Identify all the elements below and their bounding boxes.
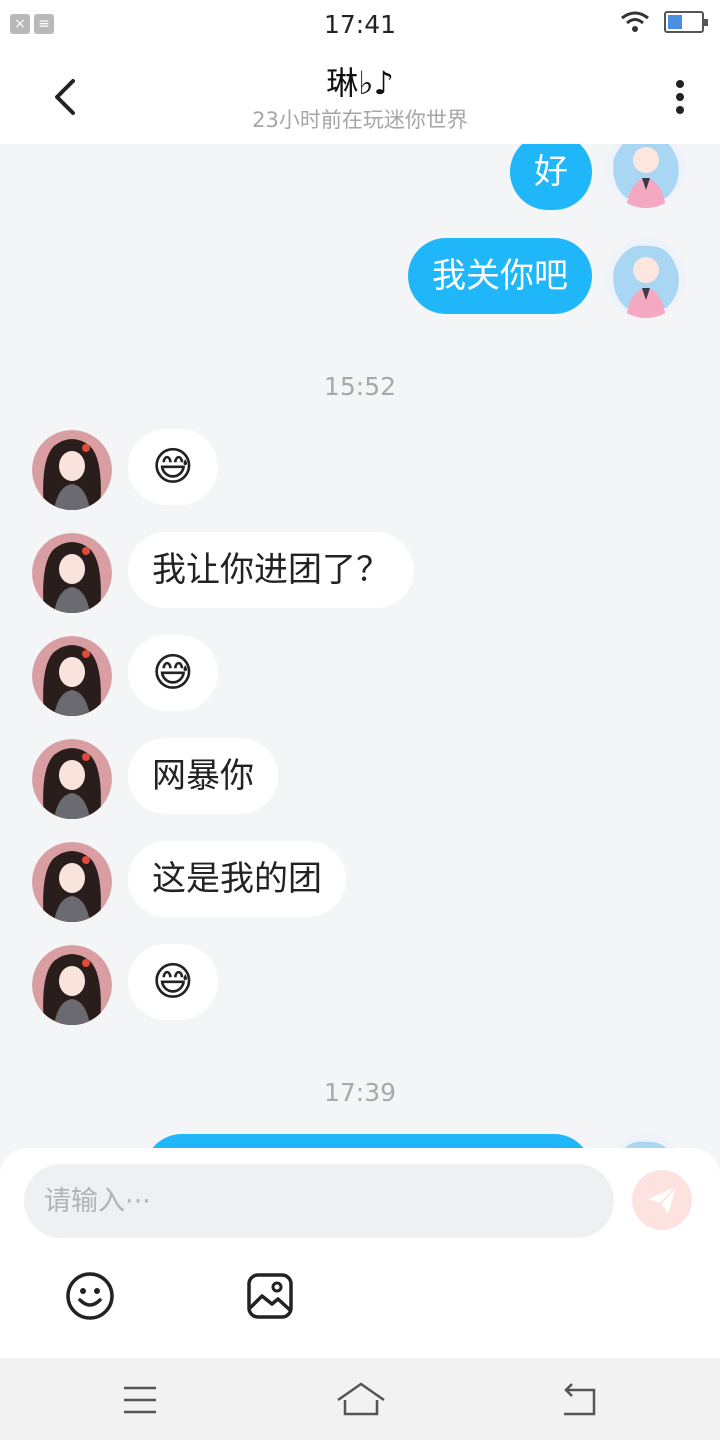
contact-avatar-image bbox=[32, 533, 112, 613]
chat-header: 琳♭♪ 23小时前在玩迷你世界 bbox=[0, 50, 720, 144]
battery-icon bbox=[664, 11, 708, 33]
message-bubble-incoming[interactable]: 网暴你 bbox=[128, 738, 278, 814]
paper-plane-icon bbox=[648, 1186, 677, 1214]
home-button[interactable] bbox=[336, 1378, 385, 1422]
message-bubble-outgoing[interactable]: 我关你吧 bbox=[408, 238, 592, 314]
send-button[interactable] bbox=[632, 1170, 692, 1230]
timestamp: 17:39 bbox=[323, 1078, 397, 1107]
contact-avatar-image bbox=[32, 636, 112, 716]
back-nav-button[interactable] bbox=[558, 1378, 602, 1422]
message-list[interactable]: 好 我关你吧 15:52 😅 我让你进团了？ 😅 网暴你 这是我的团 😅 17:… bbox=[0, 144, 720, 1148]
image-icon bbox=[247, 1273, 293, 1319]
message-bubble-incoming[interactable]: 这是我的团 bbox=[128, 841, 346, 917]
more-vertical-icon bbox=[676, 80, 684, 114]
status-time: 17:41 bbox=[323, 10, 397, 39]
message-bubble-outgoing[interactable] bbox=[144, 1134, 592, 1148]
menu-icon bbox=[124, 1386, 156, 1414]
message-bubble-incoming[interactable]: 😅 bbox=[128, 635, 218, 711]
home-icon bbox=[337, 1382, 385, 1416]
contact-avatar[interactable] bbox=[32, 533, 112, 613]
my-avatar-image bbox=[606, 144, 686, 208]
contact-avatar-image bbox=[32, 945, 112, 1025]
back-icon bbox=[564, 1383, 596, 1416]
contact-avatar[interactable] bbox=[32, 945, 112, 1025]
system-nav-bar bbox=[0, 1358, 720, 1440]
my-avatar[interactable] bbox=[606, 238, 686, 318]
message-bubble-incoming[interactable]: 😅 bbox=[128, 944, 218, 1020]
emoji-button[interactable] bbox=[64, 1270, 116, 1322]
message-bubble-outgoing[interactable]: 好 bbox=[510, 144, 592, 210]
wifi-icon bbox=[621, 11, 649, 32]
message-bubble-incoming[interactable]: 😅 bbox=[128, 429, 218, 505]
my-avatar[interactable] bbox=[606, 1134, 686, 1148]
timestamp: 15:52 bbox=[323, 372, 397, 401]
smiley-icon bbox=[66, 1272, 114, 1320]
status-bar: × ≡ 17:41 bbox=[0, 0, 720, 50]
contact-avatar-image bbox=[32, 739, 112, 819]
menu-button[interactable] bbox=[118, 1378, 162, 1422]
contact-avatar-image bbox=[32, 842, 112, 922]
my-avatar-image bbox=[615, 1134, 677, 1148]
contact-name: 琳♭♪ bbox=[326, 64, 394, 102]
message-input[interactable] bbox=[24, 1164, 614, 1238]
image-button[interactable] bbox=[244, 1270, 296, 1322]
contact-status: 23小时前在玩迷你世界 bbox=[252, 108, 468, 132]
my-avatar-image bbox=[606, 238, 686, 318]
contact-avatar[interactable] bbox=[32, 739, 112, 819]
contact-avatar[interactable] bbox=[32, 636, 112, 716]
contact-avatar[interactable] bbox=[32, 842, 112, 922]
message-bubble-incoming[interactable]: 我让你进团了？ bbox=[128, 532, 414, 608]
contact-avatar-image bbox=[32, 430, 112, 510]
contact-avatar[interactable] bbox=[32, 430, 112, 510]
my-avatar[interactable] bbox=[606, 144, 686, 208]
status-right-icons bbox=[620, 10, 708, 34]
message-composer bbox=[0, 1148, 720, 1358]
more-options-button[interactable] bbox=[660, 72, 700, 122]
